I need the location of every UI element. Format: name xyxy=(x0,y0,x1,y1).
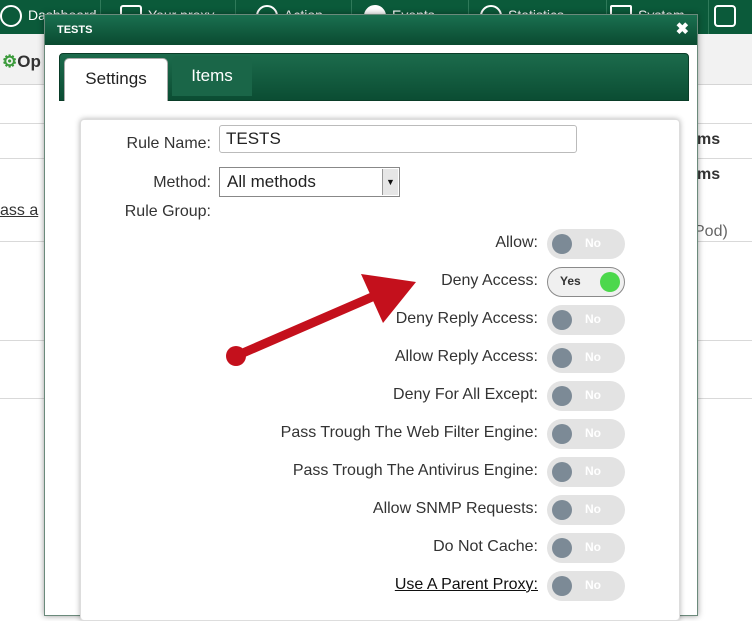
annotation-arrow xyxy=(226,274,416,366)
arrow-tail-dot xyxy=(226,346,246,366)
arrow-shaft xyxy=(231,292,377,361)
